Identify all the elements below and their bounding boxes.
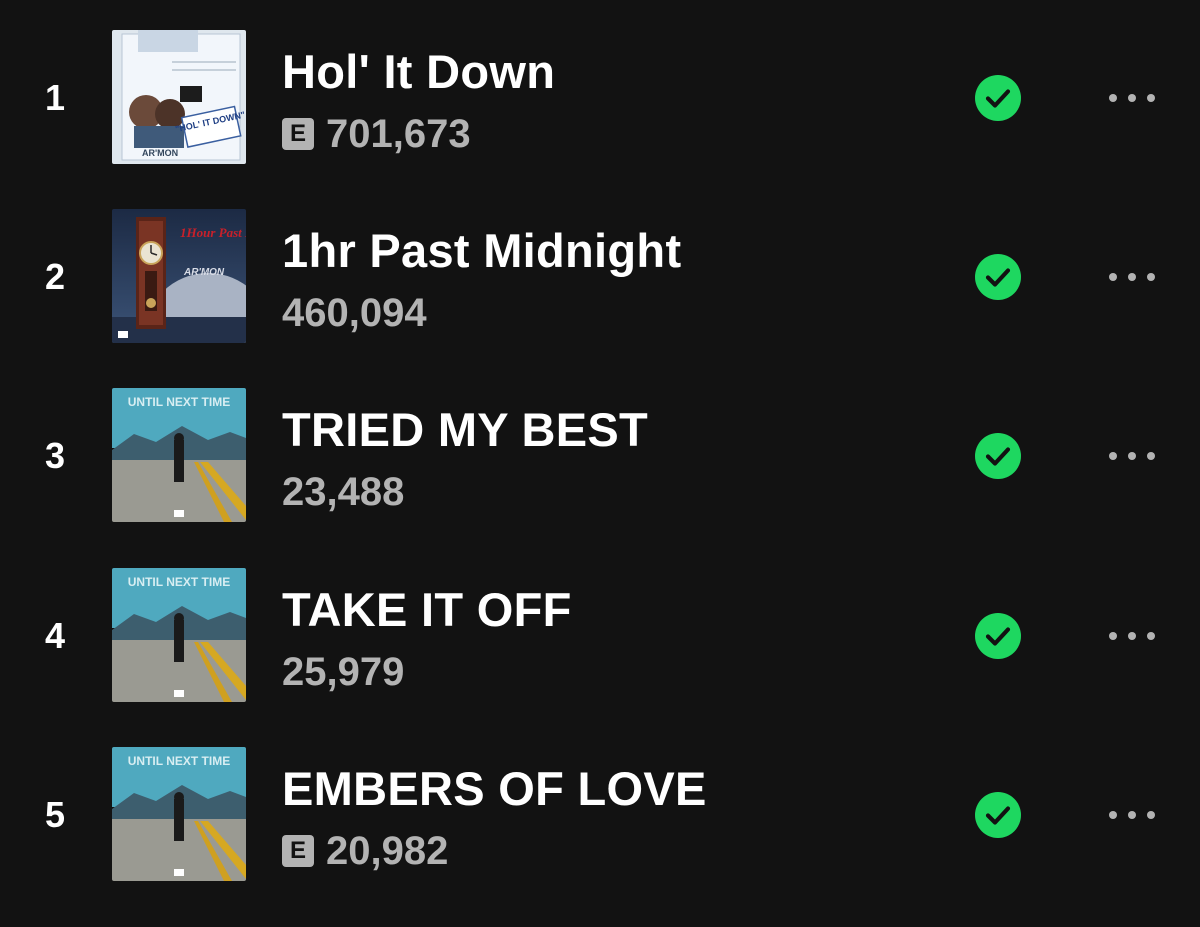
more-options-icon[interactable] [1104, 88, 1160, 108]
check-circle-icon[interactable] [975, 75, 1021, 121]
track-title[interactable]: EMBERS OF LOVE [282, 761, 707, 816]
track-meta: 25,979 [282, 650, 404, 694]
more-options-icon[interactable] [1104, 805, 1160, 825]
album-cover-1hr-past-midnight: 1Hour Past Midnight AR'MON [112, 209, 246, 343]
play-count: 20,982 [326, 828, 449, 873]
more-options-icon[interactable] [1104, 626, 1160, 646]
track-number: 5 [44, 794, 66, 835]
track-meta: E 701,673 [282, 112, 471, 156]
album-cover-until-next-time: UNTIL NEXT TIME [112, 568, 246, 702]
cover-text: UNTIL NEXT TIME [128, 395, 230, 409]
track-row[interactable]: 3 UNTIL NEXT TIME TRIED MY BEST 23,488 [0, 388, 1200, 524]
cover-text: UNTIL NEXT TIME [128, 575, 230, 589]
play-count: 701,673 [326, 111, 471, 156]
track-row[interactable]: 2 1Hour Past Midnight [0, 209, 1200, 345]
album-cover-until-next-time: UNTIL NEXT TIME [112, 747, 246, 881]
track-meta: 460,094 [282, 291, 427, 335]
explicit-badge: E [282, 835, 314, 867]
track-number: 2 [44, 256, 66, 297]
track-row[interactable]: 4 UNTIL NEXT TIME TAKE IT OFF 25,979 [0, 568, 1200, 704]
track-list: 1 "HOL' IT DOWN" AR'MON Hol' It Down E 7… [0, 0, 1200, 927]
track-number: 4 [44, 615, 66, 656]
cover-artist-text: AR'MON [183, 267, 225, 278]
more-options-icon[interactable] [1104, 267, 1160, 287]
album-cover-hol-it-down: "HOL' IT DOWN" AR'MON [112, 30, 246, 164]
play-count: 460,094 [282, 290, 427, 335]
more-options-icon[interactable] [1104, 446, 1160, 466]
track-title[interactable]: Hol' It Down [282, 44, 555, 99]
play-count: 25,979 [282, 649, 405, 694]
track-row[interactable]: 5 UNTIL NEXT TIME EMBERS OF LOVE E 20,98… [0, 747, 1200, 883]
check-circle-icon[interactable] [975, 792, 1021, 838]
track-title[interactable]: TAKE IT OFF [282, 582, 572, 637]
cover-text: 1Hour Past Midnight [180, 225, 246, 240]
track-number: 3 [44, 435, 66, 476]
track-title[interactable]: 1hr Past Midnight [282, 223, 681, 278]
album-cover-until-next-time: UNTIL NEXT TIME [112, 388, 246, 522]
track-title[interactable]: TRIED MY BEST [282, 402, 648, 457]
check-circle-icon[interactable] [975, 254, 1021, 300]
play-count: 23,488 [282, 469, 405, 514]
check-circle-icon[interactable] [975, 433, 1021, 479]
track-row[interactable]: 1 "HOL' IT DOWN" AR'MON Hol' It Down E 7… [0, 30, 1200, 166]
check-circle-icon[interactable] [975, 613, 1021, 659]
cover-artist-text: AR'MON [142, 148, 178, 158]
explicit-badge: E [282, 118, 314, 150]
cover-text: UNTIL NEXT TIME [128, 754, 230, 768]
track-meta: 23,488 [282, 470, 404, 514]
track-meta: E 20,982 [282, 829, 448, 873]
track-number: 1 [44, 77, 66, 118]
